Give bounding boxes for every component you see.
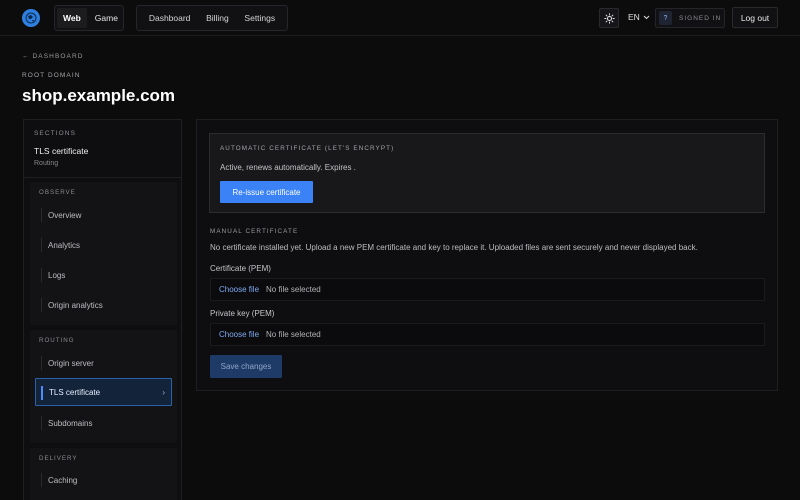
sidebar-header: SECTIONS TLS certificate Routing [24,120,181,178]
language-select[interactable]: EN [628,12,650,22]
certificate-file-status: No file selected [266,285,321,294]
reissue-certificate-button[interactable]: Re-issue certificate [220,181,313,203]
top-bar: Web Game Dashboard Billing Settings EN ?… [0,0,800,36]
back-to-dashboard-link[interactable]: ← DASHBOARD [22,53,84,60]
language-value: EN [628,12,640,22]
sidebar-current-section: TLS certificate [34,146,89,156]
manual-certificate-title: MANUAL CERTIFICATE [210,228,299,235]
sidebar-item-logs[interactable]: Logs [35,261,172,289]
page-eyebrow: ROOT DOMAIN [22,72,81,79]
mode-tab-web[interactable]: Web [57,8,87,28]
mode-switcher: Web Game [54,5,124,31]
sidebar-group-delivery: DELIVERY Caching [30,448,177,500]
private-key-file-status: No file selected [266,330,321,339]
sidebar-item-overview[interactable]: Overview [35,201,172,229]
automatic-certificate-title: AUTOMATIC CERTIFICATE (LET'S ENCRYPT) [220,145,395,152]
save-changes-button[interactable]: Save changes [210,355,282,378]
main-nav: Dashboard Billing Settings [136,5,288,31]
automatic-certificate-status: Active, renews automatically. Expires . [220,163,356,172]
sidebar-item-subdomains[interactable]: Subdomains [35,409,172,437]
private-key-file-input[interactable]: Choose file No file selected [210,323,765,346]
sidebar-sections-label: SECTIONS [34,130,77,137]
chevron-right-icon: › [162,388,165,397]
private-key-pem-label: Private key (PEM) [210,309,275,318]
signed-in-label: SIGNED IN [679,14,722,22]
theme-toggle-button[interactable] [599,8,619,28]
automatic-certificate-card: AUTOMATIC CERTIFICATE (LET'S ENCRYPT) Ac… [209,133,765,213]
certificate-file-input[interactable]: Choose file No file selected [210,278,765,301]
manual-certificate-description: No certificate installed yet. Upload a n… [210,243,698,252]
choose-certificate-file-button[interactable]: Choose file [219,285,259,294]
sidebar-item-tls-certificate[interactable]: TLS certificate › [35,378,172,406]
user-avatar[interactable]: ? [659,11,672,25]
sidebar-group-label: OBSERVE [39,189,76,196]
nav-billing[interactable]: Billing [206,13,229,23]
sidebar-item-origin-server[interactable]: Origin server [35,349,172,377]
sidebar-item-label: TLS certificate [49,387,101,397]
sidebar-item-caching[interactable]: Caching [35,466,172,494]
sun-icon [603,12,615,24]
sidebar-current-group: Routing [34,160,59,167]
signed-in-status: ? SIGNED IN [655,8,725,28]
certificate-pem-label: Certificate (PEM) [210,264,271,273]
sidebar-group-observe: OBSERVE Overview Analytics Logs Origin a… [30,182,177,325]
tls-settings-panel: AUTOMATIC CERTIFICATE (LET'S ENCRYPT) Ac… [196,119,778,391]
sidebar: SECTIONS TLS certificate Routing OBSERVE… [23,119,182,500]
logo-globe-icon[interactable] [22,9,40,27]
sidebar-group-label: DELIVERY [39,455,78,462]
sidebar-group-routing: ROUTING Origin server TLS certificate › … [30,330,177,443]
choose-private-key-file-button[interactable]: Choose file [219,330,259,339]
chevron-down-icon [643,15,650,19]
nav-dashboard[interactable]: Dashboard [149,13,191,23]
page-title: shop.example.com [22,86,176,105]
sidebar-item-analytics[interactable]: Analytics [35,231,172,259]
nav-settings[interactable]: Settings [244,13,275,23]
sidebar-group-label: ROUTING [39,337,75,344]
sidebar-item-origin-analytics[interactable]: Origin analytics [35,291,172,319]
logout-button[interactable]: Log out [732,7,778,28]
mode-tab-game[interactable]: Game [89,8,124,28]
